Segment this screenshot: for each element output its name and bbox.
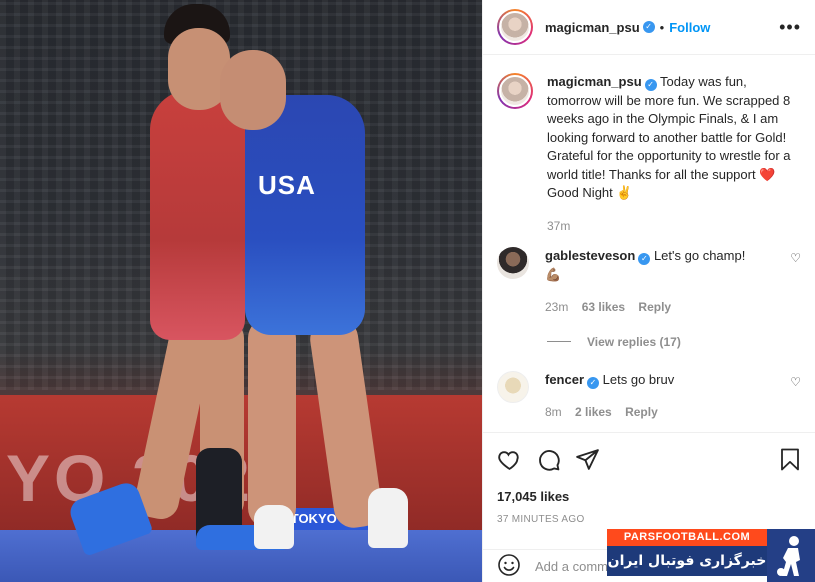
reply-button[interactable]: Reply [625, 405, 658, 419]
post-photo[interactable]: YO 2020 TOKYO 2020 USA [0, 0, 482, 582]
caption: magicman_psu ✓ Today was fun, tomorrow wi… [497, 73, 801, 235]
comment-time[interactable]: 23m [545, 300, 568, 314]
post-header: magicman_psu ✓ • Follow ••• [483, 0, 815, 55]
caption-avatar[interactable] [497, 73, 533, 109]
more-options-icon[interactable]: ••• [779, 17, 801, 38]
comment-username[interactable]: gablesteveson [545, 248, 635, 263]
caption-text: Today was fun, tomorrow will be more fun… [547, 74, 791, 200]
comment-body: gablesteveson ✓ Let's go champ! 💪🏽 23m 63… [545, 247, 745, 317]
comment-meta: 23m 63 likes Reply [545, 298, 745, 317]
bookmark-icon[interactable] [778, 447, 802, 472]
soccer-player-logo-icon [767, 529, 815, 582]
instagram-post-view: YO 2020 TOKYO 2020 USA magicman_psu ✓ • … [0, 0, 815, 582]
blue-wrestler-shoe [368, 488, 408, 548]
verified-badge-icon: ✓ [587, 376, 600, 389]
post-actions: 17,045 likes 37 MINUTES AGO [483, 432, 815, 525]
comment-like-heart-icon[interactable]: ♡ [790, 375, 801, 389]
comment-body: fencer ✓ Lets go bruv 8m 2 likes Reply [545, 371, 674, 422]
comment-item: gablesteveson ✓ Let's go champ! 💪🏽 23m 63… [497, 247, 801, 317]
comment-username[interactable]: fencer [545, 372, 584, 387]
commenter-avatar[interactable] [497, 247, 529, 279]
author-username[interactable]: magicman_psu [545, 20, 640, 35]
verified-badge-icon: ✓ [644, 79, 657, 91]
heart-icon[interactable] [497, 447, 522, 472]
separator-dot: • [659, 19, 665, 35]
follow-button[interactable]: Follow [669, 20, 710, 35]
comment-likes[interactable]: 2 likes [575, 405, 612, 419]
comment-text: Let's go champ! [653, 248, 746, 263]
blue-wrestler [245, 95, 365, 335]
usa-jersey-text: USA [258, 170, 316, 200]
likes-count[interactable]: 17,045 likes [497, 489, 802, 504]
watermark-brand-persian: خبرگزاری فوتبال ایران [607, 546, 767, 576]
comment-time[interactable]: 8m [545, 405, 562, 419]
avatar-image [499, 11, 531, 43]
comments-list[interactable]: magicman_psu ✓ Today was fun, tomorrow wi… [483, 55, 815, 433]
post-timestamp[interactable]: 37 MINUTES AGO [497, 514, 802, 525]
red-wrestler [150, 90, 245, 340]
action-icons [497, 443, 802, 475]
comment-item: fencer ✓ Lets go bruv 8m 2 likes Reply ♡ [497, 370, 801, 422]
caption-time[interactable]: 37m [547, 219, 570, 233]
blue-wrestler-shoe [254, 505, 294, 549]
share-icon[interactable] [575, 447, 600, 472]
caption-username[interactable]: magicman_psu [547, 74, 642, 89]
reply-button[interactable]: Reply [638, 300, 671, 314]
parsfootball-watermark: PARSFOOTBALL.COM خبرگزاری فوتبال ایران [607, 529, 815, 582]
comment-text: Lets go bruv [602, 371, 675, 387]
caption-meta: 37m [547, 217, 801, 236]
blue-wrestler-leg [248, 318, 296, 528]
comment-likes[interactable]: 63 likes [582, 300, 625, 314]
comment-meta: 8m 2 likes Reply [545, 403, 674, 422]
post-details-panel: magicman_psu ✓ • Follow ••• magicman_psu… [482, 0, 815, 582]
caption-body: magicman_psu ✓ Today was fun, tomorrow wi… [547, 73, 801, 235]
replies-line [547, 341, 571, 342]
flexed-biceps-emoji: 💪🏽 [545, 266, 562, 282]
verified-badge-icon: ✓ [642, 21, 655, 33]
emoji-icon[interactable] [497, 553, 521, 580]
watermark-brand-latin: PARSFOOTBALL.COM [607, 529, 767, 546]
view-replies-button[interactable]: View replies (17) [547, 335, 801, 349]
author-avatar[interactable] [497, 9, 533, 45]
view-replies-label: View replies (17) [587, 334, 681, 349]
comment-icon[interactable] [536, 447, 561, 472]
commenter-avatar[interactable] [497, 370, 529, 403]
avatar-image [499, 75, 531, 107]
verified-badge-icon: ✓ [638, 253, 651, 265]
blue-wrestler-head [220, 50, 286, 130]
comment-like-heart-icon[interactable]: ♡ [790, 251, 801, 265]
